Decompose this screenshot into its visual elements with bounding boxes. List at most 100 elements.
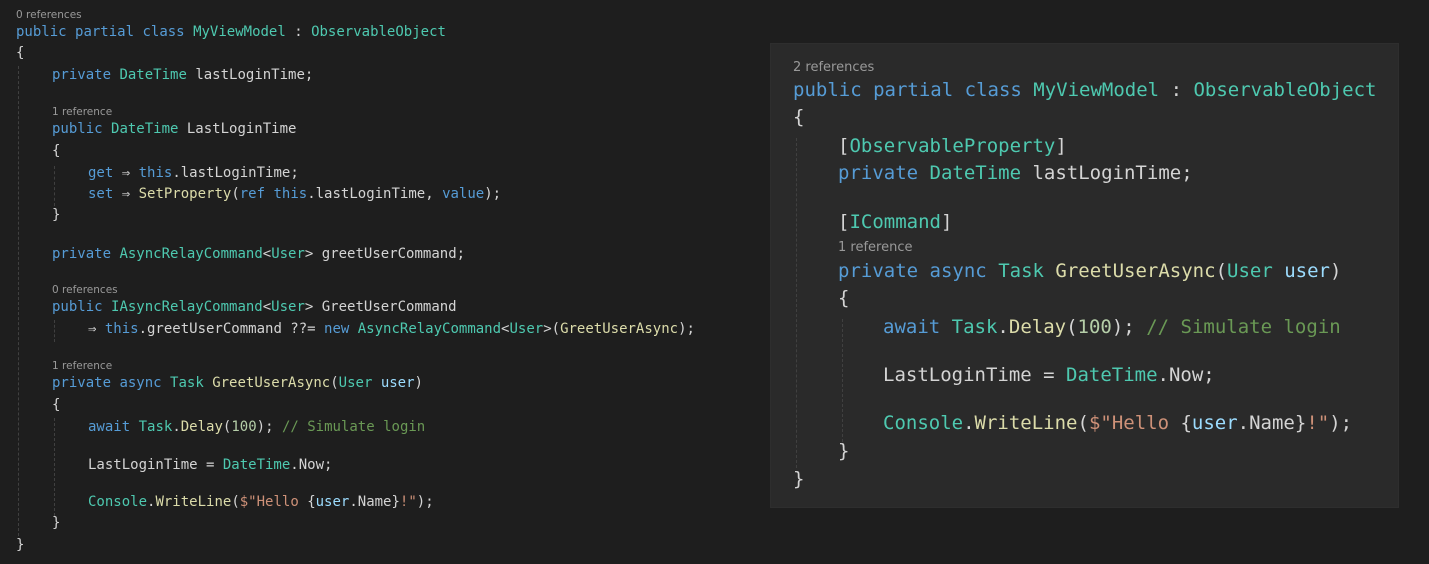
code-text: { — [1180, 412, 1192, 434]
keyword-token: await — [883, 316, 941, 338]
code-line: } — [52, 207, 60, 223]
type-token: ICommand — [849, 211, 941, 233]
keyword-token: async — [929, 260, 987, 282]
code-line: Console.WriteLine($"Hello {user.Name}!")… — [883, 412, 1352, 434]
code-text: } — [52, 207, 61, 223]
code-line: } — [838, 440, 849, 462]
keyword-token: public — [16, 24, 67, 40]
code-text: . — [963, 412, 975, 434]
variable-token: user — [1191, 412, 1238, 434]
code-text: ); — [678, 321, 695, 337]
type-token: User — [1227, 260, 1273, 282]
code-line: { — [16, 45, 24, 61]
code-text: ) — [1330, 260, 1342, 282]
code-line: Console.WriteLine($"Hello {user.Name}!")… — [88, 494, 434, 510]
code-text: . — [172, 419, 181, 435]
type-token: ObservableObject — [311, 24, 446, 40]
type-token: DateTime — [1066, 364, 1158, 386]
code-line: set ⇒ SetProperty(ref this.lastLoginTime… — [88, 186, 501, 202]
code-text: < — [262, 299, 272, 315]
type-token: AsyncRelayCommand — [357, 321, 502, 337]
code-text: [ — [838, 135, 850, 157]
code-text: .lastLoginTime; — [172, 165, 299, 181]
code-text: { — [52, 143, 61, 159]
type-token: ObservableProperty — [849, 135, 1056, 157]
code-text: { — [16, 45, 25, 61]
type-token: MyViewModel — [193, 24, 286, 40]
code-line: private AsyncRelayCommand<User> greetUse… — [52, 246, 465, 262]
code-line: get ⇒ this.lastLoginTime; — [88, 165, 299, 181]
keyword-token: private — [838, 260, 919, 282]
code-text: ) — [414, 375, 423, 391]
type-token: User — [338, 375, 373, 391]
code-text: ⇒ — [88, 321, 105, 337]
code-text: ] — [940, 211, 953, 233]
code-lens-references[interactable]: 1 reference — [52, 106, 112, 118]
code-text: LastLoginTime — [178, 121, 297, 137]
type-token: AsyncRelayCommand — [119, 246, 263, 262]
code-lens-references[interactable]: 0 references — [16, 9, 82, 21]
code-lens-references[interactable]: 2 references — [793, 60, 874, 75]
keyword-token: partial — [873, 79, 954, 101]
indent-guide — [54, 320, 55, 342]
method-token: SetProperty — [138, 186, 232, 202]
code-lens-references[interactable]: 1 reference — [838, 240, 912, 255]
code-line: await Task.Delay(100); // Simulate login — [88, 419, 425, 435]
method-token: WriteLine — [155, 494, 232, 510]
method-token: GreetUserAsync — [560, 321, 679, 337]
code-text: > GreetUserCommand — [304, 299, 457, 315]
code-text: ); — [1329, 412, 1353, 434]
code-line: { — [52, 143, 60, 159]
code-text: .greetUserCommand ??= — [138, 321, 325, 337]
code-text: { — [307, 494, 316, 510]
right-code-pane: 2 references 1 reference public partial … — [771, 44, 1398, 507]
code-text: LastLoginTime = — [88, 457, 223, 473]
code-line: LastLoginTime = DateTime.Now; — [883, 364, 1215, 386]
code-line: { — [838, 287, 849, 309]
code-text: : — [285, 24, 312, 40]
code-text: ( — [231, 186, 240, 202]
keyword-token: private — [52, 375, 112, 391]
code-text: >( — [543, 321, 561, 337]
code-text: lastLoginTime; — [186, 67, 314, 83]
code-text: { — [793, 106, 805, 128]
keyword-token: this — [104, 321, 139, 337]
code-text: > greetUserCommand; — [304, 246, 466, 262]
type-token: User — [271, 246, 305, 262]
keyword-token: private — [52, 67, 112, 83]
code-line: public DateTime LastLoginTime — [52, 121, 296, 137]
keyword-token: this — [273, 186, 308, 202]
type-token: Console — [883, 412, 964, 434]
keyword-token: await — [88, 419, 131, 435]
code-text: < — [262, 246, 272, 262]
code-line: private DateTime lastLoginTime; — [838, 162, 1193, 184]
code-line: public IAsyncRelayCommand<User> GreetUse… — [52, 299, 457, 315]
variable-token: user — [380, 375, 415, 391]
code-text: } — [793, 468, 805, 490]
keyword-token: set — [88, 186, 114, 202]
number-token: 100 — [1077, 316, 1112, 338]
type-token: ObservableObject — [1193, 79, 1377, 101]
code-lens-references[interactable]: 0 references — [52, 284, 118, 296]
code-text: : — [1159, 79, 1194, 101]
keyword-token: value — [442, 186, 485, 202]
code-text: [ — [838, 211, 850, 233]
code-lens-references[interactable]: 1 reference — [52, 360, 112, 372]
method-token: Delay — [180, 419, 223, 435]
code-text: .Now; — [290, 457, 333, 473]
code-text: LastLoginTime = — [883, 364, 1067, 386]
indent-guide — [796, 138, 797, 468]
indent-guide — [18, 66, 19, 536]
variable-token: user — [315, 494, 350, 510]
code-line: { — [793, 106, 804, 128]
number-token: 100 — [231, 419, 257, 435]
code-text: ⇒ — [113, 165, 139, 181]
code-text: } — [838, 440, 850, 462]
keyword-token: class — [142, 24, 185, 40]
